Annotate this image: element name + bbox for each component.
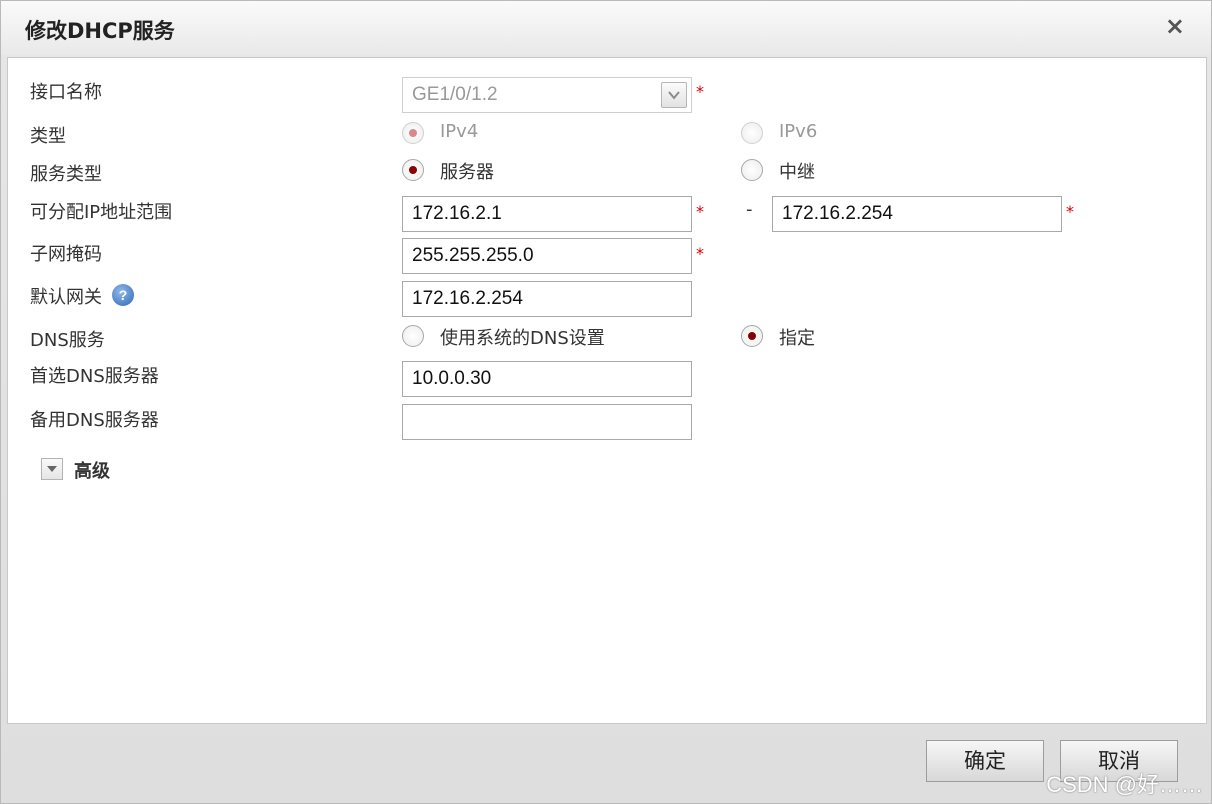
interface-value: GE1/0/1.2 (412, 84, 498, 105)
ip-range-separator: - (746, 199, 753, 220)
dialog-titlebar: 修改DHCP服务 × (1, 1, 1211, 55)
required-mark: * (696, 82, 704, 101)
required-mark: * (1066, 202, 1074, 221)
dialog-title: 修改DHCP服务 (25, 19, 175, 43)
radio-selected-dot (748, 332, 756, 340)
form-panel: 接口名称 GE1/0/1.2 * 类型 IPv4 IPv6 服务类型 服务器 中… (7, 57, 1207, 724)
chevron-down-icon[interactable] (661, 82, 687, 108)
type-ipv4-label: IPv4 (440, 121, 479, 142)
required-mark: * (696, 202, 704, 221)
primary-dns-label: 首选DNS服务器 (30, 366, 159, 387)
dns-specify-label: 指定 (779, 328, 815, 349)
dns-system-radio[interactable] (402, 325, 424, 347)
confirm-button[interactable]: 确定 (926, 740, 1044, 782)
radio-selected-dot (409, 166, 417, 174)
service-server-radio[interactable] (402, 159, 424, 181)
dhcp-dialog: 修改DHCP服务 × 接口名称 GE1/0/1.2 * 类型 IPv4 IPv6… (0, 0, 1212, 804)
dns-system-label: 使用系统的DNS设置 (440, 328, 605, 349)
gateway-label: 默认网关 (30, 287, 102, 308)
backup-dns-input[interactable] (402, 404, 692, 440)
advanced-expander-icon[interactable] (41, 458, 63, 480)
service-server-label: 服务器 (440, 162, 494, 183)
type-ipv6-radio[interactable] (741, 122, 763, 144)
type-ipv6-label: IPv6 (779, 121, 818, 142)
subnet-mask-input[interactable] (402, 238, 692, 274)
subnet-mask-label: 子网掩码 (30, 244, 102, 265)
service-type-label: 服务类型 (30, 164, 102, 185)
ip-range-end-input[interactable] (772, 196, 1062, 232)
type-ipv4-radio[interactable] (402, 122, 424, 144)
interface-select[interactable]: GE1/0/1.2 (402, 77, 692, 113)
service-relay-label: 中继 (779, 162, 815, 183)
service-relay-radio[interactable] (741, 159, 763, 181)
advanced-label[interactable]: 高级 (74, 457, 110, 483)
ip-range-start-input[interactable] (402, 196, 692, 232)
required-mark: * (696, 244, 704, 263)
gateway-input[interactable] (402, 281, 692, 317)
interface-label: 接口名称 (30, 82, 102, 103)
dns-label: DNS服务 (30, 330, 105, 351)
type-label: 类型 (30, 126, 66, 147)
primary-dns-input[interactable] (402, 361, 692, 397)
radio-selected-dot (409, 129, 417, 137)
help-icon[interactable]: ? (112, 284, 134, 306)
ip-range-label: 可分配IP地址范围 (30, 202, 173, 223)
dns-specify-radio[interactable] (741, 325, 763, 347)
watermark: CSDN @好…… (1046, 772, 1203, 797)
close-icon[interactable]: × (1165, 13, 1185, 39)
backup-dns-label: 备用DNS服务器 (30, 410, 159, 431)
